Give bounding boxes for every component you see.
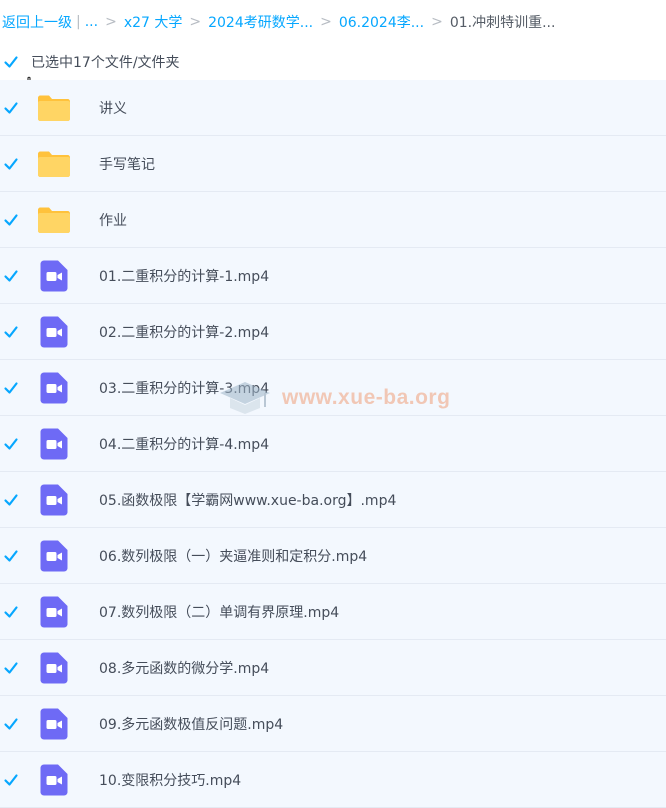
file-name[interactable]: 08.多元函数的微分学.mp4 xyxy=(99,658,269,678)
file-name[interactable]: 01.二重积分的计算-1.mp4 xyxy=(99,266,269,286)
check-icon xyxy=(4,325,18,338)
row-checkbox[interactable] xyxy=(3,492,19,508)
file-name[interactable]: 09.多元函数极值反问题.mp4 xyxy=(99,714,283,734)
check-icon xyxy=(4,269,18,282)
file-row[interactable]: 讲义 xyxy=(0,80,666,136)
selection-count-label: 已选中17个文件/文件夹 xyxy=(31,55,180,71)
breadcrumb: 返回上一级 | ... > x27 大学 > 2024考研数学... > 06.… xyxy=(0,0,666,44)
file-name[interactable]: 讲义 xyxy=(99,98,127,118)
check-icon xyxy=(4,437,18,450)
row-checkbox[interactable] xyxy=(3,660,19,676)
check-icon xyxy=(4,717,18,730)
file-row[interactable]: 04.二重积分的计算-4.mp4 xyxy=(0,416,666,472)
breadcrumb-separator: > xyxy=(105,14,117,30)
check-icon xyxy=(4,549,18,562)
file-row[interactable]: 08.多元函数的微分学.mp4 xyxy=(0,640,666,696)
video-file-icon xyxy=(36,426,72,462)
breadcrumb-divider: | xyxy=(76,14,81,30)
row-checkbox[interactable] xyxy=(3,100,19,116)
check-icon xyxy=(4,56,18,68)
video-file-icon xyxy=(36,594,72,630)
breadcrumb-item[interactable]: x27 大学 xyxy=(124,12,183,32)
file-row[interactable]: 09.多元函数极值反问题.mp4 xyxy=(0,696,666,752)
breadcrumb-separator: > xyxy=(320,14,332,30)
file-row[interactable]: 手写笔记 xyxy=(0,136,666,192)
folder-icon xyxy=(36,202,72,238)
breadcrumb-separator: > xyxy=(431,14,443,30)
breadcrumb-item[interactable]: 2024考研数学... xyxy=(208,12,313,32)
row-checkbox[interactable] xyxy=(3,156,19,172)
file-row[interactable]: 07.数列极限（二）单调有界原理.mp4 xyxy=(0,584,666,640)
file-row[interactable]: 10.变限积分技巧.mp4 xyxy=(0,752,666,808)
file-row[interactable]: 作业 xyxy=(0,192,666,248)
file-name[interactable]: 手写笔记 xyxy=(99,154,155,174)
file-list: 讲义 手写笔记 作业 01.二重积分的计算-1.mp4 02.二重积分的计算-2… xyxy=(0,80,666,808)
row-checkbox[interactable] xyxy=(3,436,19,452)
folder-icon xyxy=(36,146,72,182)
file-row[interactable]: 02.二重积分的计算-2.mp4 xyxy=(0,304,666,360)
check-icon xyxy=(4,381,18,394)
file-row[interactable]: 05.函数极限【学霸网www.xue-ba.org】.mp4 xyxy=(0,472,666,528)
file-name[interactable]: 作业 xyxy=(99,210,127,230)
row-checkbox[interactable] xyxy=(3,716,19,732)
file-browser: 返回上一级 | ... > x27 大学 > 2024考研数学... > 06.… xyxy=(0,0,666,808)
video-file-icon xyxy=(36,762,72,798)
file-name[interactable]: 05.函数极限【学霸网www.xue-ba.org】.mp4 xyxy=(99,490,396,510)
row-checkbox[interactable] xyxy=(3,772,19,788)
row-checkbox[interactable] xyxy=(3,268,19,284)
file-name[interactable]: 03.二重积分的计算-3.mp4 xyxy=(99,378,269,398)
check-icon xyxy=(4,213,18,226)
video-file-icon xyxy=(36,706,72,742)
video-file-icon xyxy=(36,482,72,518)
check-icon xyxy=(4,605,18,618)
file-name[interactable]: 06.数列极限（一）夹逼准则和定积分.mp4 xyxy=(99,546,367,566)
file-name[interactable]: 04.二重积分的计算-4.mp4 xyxy=(99,434,269,454)
breadcrumb-current: 01.冲刺特训重... xyxy=(449,15,556,31)
row-checkbox[interactable] xyxy=(3,548,19,564)
file-name[interactable]: 10.变限积分技巧.mp4 xyxy=(99,770,241,790)
breadcrumb-separator: > xyxy=(189,14,202,30)
file-name[interactable]: 07.数列极限（二）单调有界原理.mp4 xyxy=(99,602,339,622)
check-icon xyxy=(4,773,18,786)
row-checkbox[interactable] xyxy=(3,212,19,228)
back-link[interactable]: 返回上一级 xyxy=(2,12,72,32)
check-icon xyxy=(4,101,18,114)
video-file-icon xyxy=(36,314,72,350)
file-row[interactable]: 06.数列极限（一）夹逼准则和定积分.mp4 xyxy=(0,528,666,584)
video-file-icon xyxy=(36,650,72,686)
select-all-checkbox[interactable] xyxy=(3,54,19,70)
file-name[interactable]: 02.二重积分的计算-2.mp4 xyxy=(99,322,269,342)
check-icon xyxy=(4,493,18,506)
row-checkbox[interactable] xyxy=(3,324,19,340)
folder-icon xyxy=(36,90,72,126)
row-checkbox[interactable] xyxy=(3,380,19,396)
check-icon xyxy=(4,157,18,170)
video-file-icon xyxy=(36,538,72,574)
select-all-bar: 已选中17个文件/文件夹 xyxy=(0,44,666,101)
video-file-icon xyxy=(36,258,72,294)
breadcrumb-ellipsis[interactable]: ... xyxy=(85,14,98,30)
video-file-icon xyxy=(36,370,72,406)
file-row[interactable]: 03.二重积分的计算-3.mp4 xyxy=(0,360,666,416)
row-checkbox[interactable] xyxy=(3,604,19,620)
check-icon xyxy=(4,661,18,674)
file-row[interactable]: 01.二重积分的计算-1.mp4 xyxy=(0,248,666,304)
breadcrumb-item[interactable]: 06.2024李... xyxy=(339,12,424,32)
